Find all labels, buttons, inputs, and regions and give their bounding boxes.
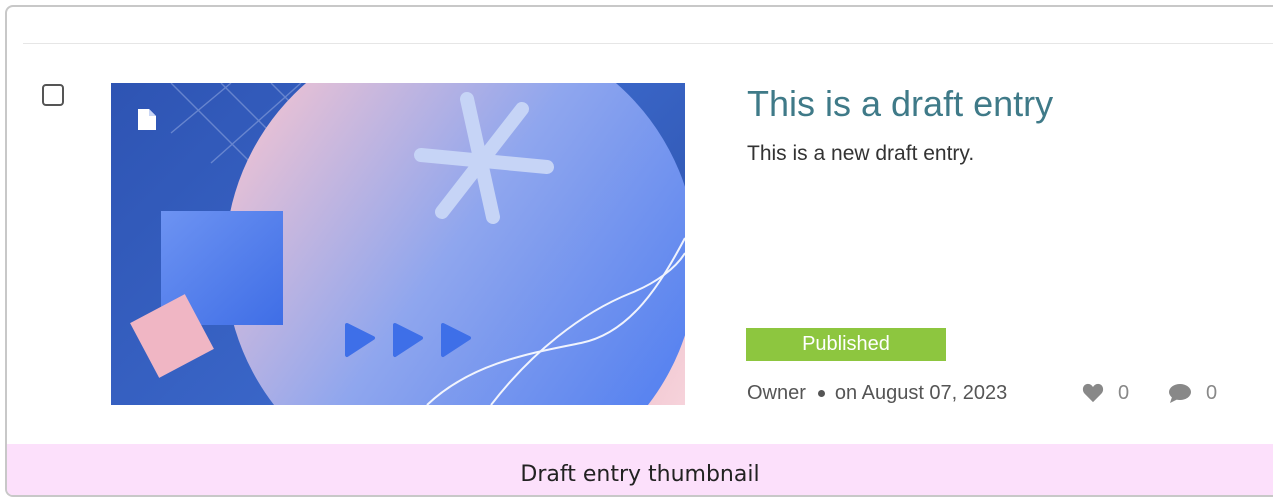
comment-bubble-icon — [1169, 384, 1191, 403]
document-icon — [138, 109, 156, 130]
likes-stat[interactable]: 0 — [1082, 381, 1129, 405]
status-badge: Published — [746, 328, 946, 361]
entry-date: on August 07, 2023 — [834, 381, 1008, 404]
comments-stat[interactable]: 0 — [1168, 381, 1217, 405]
entry-excerpt: This is a new draft entry. — [747, 142, 975, 165]
large-circle-shape — [225, 83, 685, 405]
entry-card: This is a draft entry This is a new draf… — [5, 5, 1273, 497]
separator-dot — [817, 389, 825, 397]
heart-icon — [1082, 383, 1104, 403]
comments-count: 0 — [1206, 381, 1218, 404]
entry-select-checkbox[interactable] — [42, 84, 64, 106]
thumbnail-illustration — [130, 83, 685, 405]
divider — [23, 43, 1273, 44]
entry-thumbnail[interactable] — [111, 83, 685, 405]
entry-meta: Owner on August 07, 2023 — [747, 381, 1007, 405]
entry-title[interactable]: This is a draft entry — [747, 83, 1053, 125]
caption-bar: Draft entry thumbnail — [7, 444, 1273, 495]
author-name[interactable]: Owner — [747, 382, 806, 405]
likes-count: 0 — [1118, 381, 1130, 404]
